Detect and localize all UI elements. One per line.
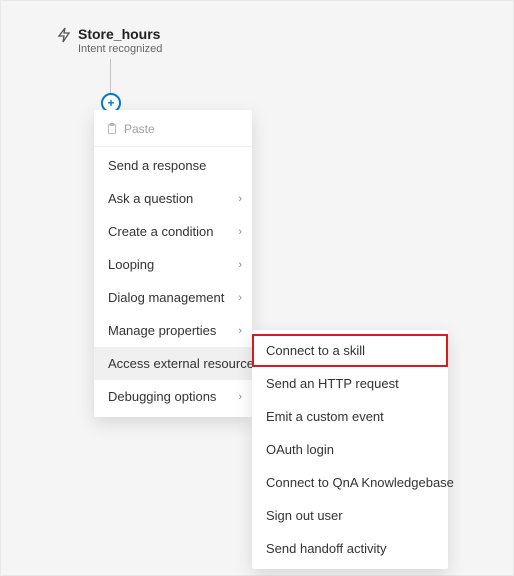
submenu-item[interactable]: Sign out user	[252, 499, 448, 532]
submenu-item[interactable]: Emit a custom event	[252, 400, 448, 433]
menu-item[interactable]: Debugging options ›	[94, 380, 252, 413]
chevron-right-icon: ›	[238, 292, 242, 304]
menu-item-label: Access external resources	[108, 356, 260, 371]
menu-item-label: Send a response	[108, 158, 206, 173]
submenu-item-label: Sign out user	[266, 508, 343, 523]
chevron-right-icon: ›	[238, 226, 242, 238]
paste-label: Paste	[124, 122, 155, 136]
menu-item[interactable]: Dialog management ›	[94, 281, 252, 314]
submenu-item[interactable]: OAuth login	[252, 433, 448, 466]
lightning-icon	[56, 27, 72, 43]
menu-item[interactable]: Looping ›	[94, 248, 252, 281]
menu-item-label: Dialog management	[108, 290, 224, 305]
menu-divider	[94, 146, 252, 147]
submenu-item[interactable]: Connect to QnA Knowledgebase	[252, 466, 448, 499]
menu-item[interactable]: Ask a question ›	[94, 182, 252, 215]
submenu-item[interactable]: Send an HTTP request	[252, 367, 448, 400]
menu-item[interactable]: Access external resources›	[94, 347, 252, 380]
submenu-item-label: Send an HTTP request	[266, 376, 399, 391]
chevron-right-icon: ›	[238, 325, 242, 337]
menu-item-label: Looping	[108, 257, 154, 272]
submenu-item[interactable]: Connect to a skill	[252, 334, 448, 367]
menu-item-label: Create a condition	[108, 224, 214, 239]
submenu-item-label: Emit a custom event	[266, 409, 384, 424]
menu-item[interactable]: Create a condition ›	[94, 215, 252, 248]
paste-action[interactable]: Paste	[94, 114, 252, 144]
submenu-item-label: Send handoff activity	[266, 541, 386, 556]
trigger-node[interactable]: Store_hours Intent recognized	[56, 26, 162, 55]
submenu-item[interactable]: Send handoff activity	[252, 532, 448, 565]
external-resources-submenu: Connect to a skill Send an HTTP request Em…	[252, 330, 448, 569]
trigger-text: Store_hours Intent recognized	[78, 26, 162, 55]
submenu-item-label: OAuth login	[266, 442, 334, 457]
action-menu: Paste Send a responseAsk a question›Crea…	[94, 110, 252, 417]
chevron-right-icon: ›	[238, 391, 242, 403]
connector-line	[110, 59, 111, 95]
menu-item-label: Ask a question	[108, 191, 193, 206]
clipboard-icon	[106, 123, 118, 135]
trigger-title: Store_hours	[78, 26, 162, 42]
submenu-item-label: Connect to a skill	[266, 343, 365, 358]
submenu-item-label: Connect to QnA Knowledgebase	[266, 475, 454, 490]
chevron-right-icon: ›	[238, 259, 242, 271]
trigger-subtitle: Intent recognized	[78, 43, 162, 55]
menu-item[interactable]: Send a response	[94, 149, 252, 182]
chevron-right-icon: ›	[238, 193, 242, 205]
menu-item-label: Debugging options	[108, 389, 216, 404]
menu-item[interactable]: Manage properties ›	[94, 314, 252, 347]
menu-item-label: Manage properties	[108, 323, 216, 338]
